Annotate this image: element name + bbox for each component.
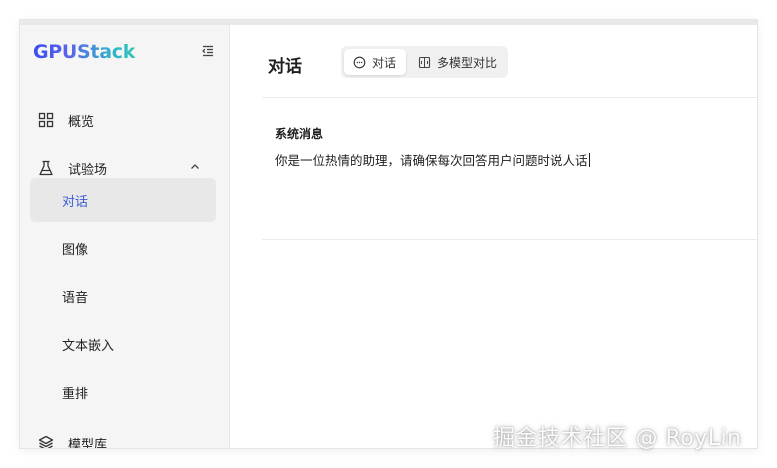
sidebar-subitem-chat[interactable]: 对话: [30, 178, 216, 222]
tab-chat[interactable]: 对话: [344, 49, 406, 75]
tab-label: 多模型对比: [437, 55, 498, 70]
page-title: 对话: [268, 57, 302, 77]
sidebar-subitem-label: 对话: [62, 194, 89, 210]
divider: [262, 97, 757, 98]
system-message-text: 你是一位热情的助理，请确保每次回答用户问题时说人话: [275, 153, 588, 168]
app-window: GPUStack 概览 试验场 对话 图像 语音 文本嵌入 重排 模型库 对话 …: [20, 20, 757, 448]
tab-multi-model-compare[interactable]: 多模型对比: [409, 49, 505, 75]
flask-icon: [36, 158, 56, 178]
sidebar-subitem-embedding[interactable]: 文本嵌入: [30, 322, 216, 366]
sidebar-subitem-label: 文本嵌入: [62, 338, 115, 354]
system-message-input[interactable]: 你是一位热情的助理，请确保每次回答用户问题时说人话: [275, 150, 745, 220]
text-caret: [588, 153, 590, 167]
divider: [262, 239, 757, 240]
sidebar-subitem-label: 语音: [62, 290, 89, 306]
app-logo[interactable]: GPUStack: [33, 41, 135, 63]
sidebar-subitem-rerank[interactable]: 重排: [30, 370, 216, 414]
layers-icon: [36, 433, 56, 448]
chevron-up-icon: [188, 160, 202, 174]
system-message-label: 系统消息: [275, 127, 324, 141]
sidebar-subitem-image[interactable]: 图像: [30, 226, 216, 270]
sidebar-item-model-catalog[interactable]: 模型库: [30, 423, 216, 448]
mode-segmented-control: 对话 多模型对比: [341, 46, 508, 78]
sidebar-subitem-label: 图像: [62, 242, 89, 258]
sidebar: GPUStack 概览 试验场 对话 图像 语音 文本嵌入 重排 模型库: [20, 25, 230, 448]
compare-icon: [418, 55, 432, 69]
collapse-sidebar-icon[interactable]: [199, 42, 217, 60]
tab-label: 对话: [372, 55, 397, 70]
grid-icon: [36, 110, 56, 130]
sidebar-item-label: 模型库: [68, 437, 108, 449]
watermark: 掘金技术社区 @ RoyLin: [493, 426, 742, 451]
sidebar-subitem-speech[interactable]: 语音: [30, 274, 216, 318]
chat-icon: [353, 55, 367, 69]
sidebar-item-overview[interactable]: 概览: [30, 100, 216, 140]
sidebar-subitem-label: 重排: [62, 386, 89, 402]
main-content: 对话 对话 多模型对比 系统消息 你是一位热情的助理，请确保每次回答用户问题时说…: [230, 25, 757, 448]
sidebar-item-label: 试验场: [68, 162, 108, 178]
sidebar-item-label: 概览: [68, 114, 95, 130]
